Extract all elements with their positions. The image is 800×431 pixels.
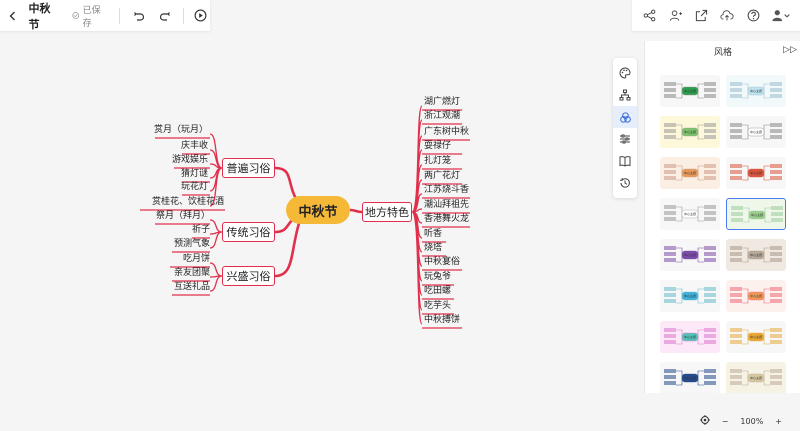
thumbnail-label: 中心主题 bbox=[749, 171, 762, 175]
leaf-node[interactable]: 玩花灯 bbox=[181, 182, 208, 193]
style-panel: 风格 ▷▷ 中心主题 中心主题 中心主题 中心主题 中心主题 中心主题 中心主题… bbox=[644, 41, 800, 393]
leaf-node[interactable]: 赏月（玩月） bbox=[154, 125, 208, 136]
thumbnail-label: 中心主题 bbox=[749, 294, 762, 298]
user-menu-icon[interactable] bbox=[768, 5, 794, 27]
leaf-node[interactable]: 浙江观潮 bbox=[424, 111, 460, 122]
leaf-node[interactable]: 江苏烧斗香 bbox=[424, 185, 469, 196]
palette-icon[interactable] bbox=[613, 62, 637, 84]
thumbnail-label: 中心主题 bbox=[750, 213, 763, 217]
leaf-node[interactable]: 烧塔 bbox=[424, 243, 442, 254]
theme-icon[interactable] bbox=[613, 106, 637, 128]
outline-icon[interactable] bbox=[613, 150, 637, 172]
branch-node-common[interactable]: 普遍习俗 bbox=[222, 158, 275, 178]
style-preset-thumbnail[interactable]: 中心主题 bbox=[726, 116, 786, 148]
zoom-level: 100% bbox=[740, 416, 764, 426]
locate-icon[interactable] bbox=[699, 415, 710, 427]
style-preset-thumbnail[interactable]: 中心主题 bbox=[660, 362, 720, 393]
style-preset-thumbnail[interactable]: 中心主题 bbox=[660, 198, 720, 230]
zoom-bar: − 100% + bbox=[694, 415, 788, 427]
leaf-node[interactable]: 香港舞火龙 bbox=[424, 214, 469, 225]
settings-icon[interactable] bbox=[613, 128, 637, 150]
leaf-node[interactable]: 预测气象 bbox=[174, 239, 210, 250]
style-preset-thumbnail[interactable]: 中心主题 bbox=[726, 239, 786, 271]
leaf-node[interactable]: 中秋宴俗 bbox=[424, 257, 460, 268]
thumbnail-label: 中心主题 bbox=[749, 130, 762, 134]
leaf-node[interactable]: 中秋搏饼 bbox=[424, 315, 460, 326]
style-preset-thumbnail[interactable]: 中心主题 bbox=[726, 321, 786, 353]
thumbnail-label: 中心主题 bbox=[683, 253, 696, 257]
thumbnail-label: 中心主题 bbox=[683, 212, 696, 216]
history-icon[interactable] bbox=[613, 172, 637, 194]
style-preset-thumbnail[interactable]: 中心主题 bbox=[726, 75, 786, 107]
style-preset-thumbnail[interactable]: 中心主题 bbox=[660, 75, 720, 107]
thumbnail-label: 中心主题 bbox=[683, 376, 696, 380]
branch-node-local[interactable]: 地方特色 bbox=[362, 202, 412, 222]
style-preset-thumbnail[interactable]: 中心主题 bbox=[660, 321, 720, 353]
collapse-panel-icon[interactable]: ▷▷ bbox=[783, 45, 797, 55]
leaf-node[interactable]: 吃芋头 bbox=[424, 301, 451, 312]
leaf-node[interactable]: 玩兔爷 bbox=[424, 272, 451, 283]
thumbnail-label: 中心主题 bbox=[683, 335, 696, 339]
style-preset-thumbnail[interactable]: 中心主题 bbox=[726, 198, 786, 230]
leaf-node[interactable]: 庆丰收 bbox=[181, 141, 208, 152]
thumbnail-label: 中心主题 bbox=[749, 253, 762, 257]
leaf-node[interactable]: 猜灯谜 bbox=[181, 169, 208, 180]
structure-icon[interactable] bbox=[613, 84, 637, 106]
top-right-toolbar bbox=[632, 0, 800, 31]
leaf-node[interactable]: 广东树中秋 bbox=[424, 127, 469, 138]
leaf-node[interactable]: 赏桂花、饮桂花酒 bbox=[152, 197, 224, 208]
leaf-node[interactable]: 两广花灯 bbox=[424, 171, 460, 182]
thumbnail-label: 中心主题 bbox=[683, 89, 696, 93]
thumbnail-label: 中心主题 bbox=[749, 89, 762, 93]
export-icon[interactable] bbox=[690, 5, 712, 27]
style-preset-thumbnail[interactable]: 中心主题 bbox=[726, 157, 786, 189]
thumbnail-label: 中心主题 bbox=[683, 171, 696, 175]
style-preset-thumbnail[interactable]: 中心主题 bbox=[660, 116, 720, 148]
thumbnail-label: 中心主题 bbox=[683, 130, 696, 134]
leaf-node[interactable]: 扎灯笼 bbox=[424, 156, 451, 167]
leaf-node[interactable]: 耍禄仔 bbox=[424, 141, 451, 152]
leaf-node[interactable]: 祭月（拜月） bbox=[156, 211, 210, 222]
style-preset-thumbnail[interactable]: 中心主题 bbox=[660, 280, 720, 312]
style-preset-thumbnail[interactable]: 中心主题 bbox=[660, 239, 720, 271]
cloud-upload-icon[interactable] bbox=[716, 5, 738, 27]
root-node[interactable]: 中秋节 bbox=[286, 196, 350, 224]
style-preset-thumbnail[interactable]: 中心主题 bbox=[660, 157, 720, 189]
thumbnail-label: 中心主题 bbox=[683, 294, 696, 298]
leaf-node[interactable]: 湖广燃灯 bbox=[424, 97, 460, 108]
leaf-node[interactable]: 祈子 bbox=[192, 225, 210, 236]
thumbnail-label: 中心主题 bbox=[749, 376, 762, 380]
branch-node-traditional[interactable]: 传统习俗 bbox=[222, 222, 275, 242]
leaf-node[interactable]: 互送礼品 bbox=[174, 282, 210, 293]
thumbnail-label: 中心主题 bbox=[749, 335, 762, 339]
leaf-node[interactable]: 吃田螺 bbox=[424, 286, 451, 297]
leaf-node[interactable]: 游戏娱乐 bbox=[172, 155, 208, 166]
panel-title: 风格 bbox=[713, 48, 732, 58]
side-toolbar bbox=[613, 58, 637, 198]
style-preset-thumbnail[interactable]: 中心主题 bbox=[726, 362, 786, 393]
leaf-node[interactable]: 亲友团聚 bbox=[174, 268, 210, 279]
leaf-node[interactable]: 潮汕拜祖先 bbox=[424, 200, 469, 211]
leaf-node[interactable]: 听香 bbox=[424, 229, 442, 240]
add-collaborator-icon[interactable] bbox=[664, 5, 686, 27]
zoom-out-button[interactable]: − bbox=[722, 417, 729, 426]
help-icon[interactable] bbox=[742, 5, 764, 27]
zoom-in-button[interactable]: + bbox=[775, 417, 782, 426]
style-preset-thumbnail[interactable]: 中心主题 bbox=[726, 280, 786, 312]
leaf-node[interactable]: 吃月饼 bbox=[183, 254, 210, 265]
branch-node-popular[interactable]: 兴盛习俗 bbox=[222, 266, 275, 286]
